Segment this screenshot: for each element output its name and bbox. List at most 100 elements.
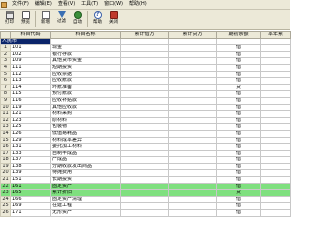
debit-cell[interactable]	[120, 189, 169, 197]
add-button[interactable]: 新增	[38, 10, 53, 28]
ytd-cell[interactable]	[260, 169, 291, 178]
header-opening-balance[interactable]: 期初余额	[216, 31, 261, 39]
credit-cell[interactable]	[168, 136, 217, 145]
account-code-cell[interactable]: 109	[10, 57, 51, 65]
balance-direction-cell[interactable]: 贷	[216, 189, 261, 197]
account-name-cell[interactable]: 长期投资	[50, 176, 121, 184]
ytd-cell[interactable]	[260, 96, 291, 105]
account-code-cell[interactable]: 169	[10, 202, 51, 211]
currency-filter-cell[interactable]: 人民币	[0, 37, 51, 46]
debit-cell[interactable]	[120, 103, 169, 112]
ytd-cell[interactable]	[260, 176, 291, 184]
balance-direction-cell[interactable]: 借	[216, 176, 261, 184]
debit-cell[interactable]	[120, 123, 169, 131]
account-code-cell[interactable]: 121	[10, 110, 51, 118]
account-code-cell[interactable]: 171	[10, 209, 51, 217]
balance-direction-cell[interactable]: 借	[216, 57, 261, 65]
debit-cell[interactable]	[120, 83, 169, 92]
table-row[interactable]: 12 123 原材料 借	[0, 116, 291, 125]
balance-direction-cell[interactable]: 借	[216, 77, 261, 85]
credit-cell[interactable]	[168, 44, 217, 52]
table-row[interactable]: 17 133 自制半成品 借	[0, 149, 291, 158]
account-code-cell[interactable]: 119	[10, 103, 51, 112]
table-row[interactable]: 4 111 短期投资 借	[0, 63, 291, 72]
filter-cell[interactable]	[50, 37, 121, 46]
print-button[interactable]: 打印	[2, 10, 17, 28]
table-row[interactable]: 16 131 委托加工材料 借	[0, 143, 291, 151]
account-code-cell[interactable]: 123	[10, 116, 51, 125]
ytd-cell[interactable]	[260, 90, 291, 98]
debit-cell[interactable]	[120, 96, 169, 105]
account-code-cell[interactable]: 133	[10, 149, 51, 158]
table-row[interactable]: 6 113 应收账款 借	[0, 77, 291, 85]
account-code-cell[interactable]: 126	[10, 129, 51, 138]
balance-direction-cell[interactable]: 借	[216, 90, 261, 98]
credit-cell[interactable]	[168, 169, 217, 178]
table-row[interactable]: 22 161 固定资产 借	[0, 182, 291, 191]
debit-cell[interactable]	[120, 202, 169, 211]
filter-cell[interactable]	[120, 37, 169, 46]
account-name-cell[interactable]: 委托加工材料	[50, 143, 121, 151]
table-row[interactable]: 20 139 待摊费用 借	[0, 169, 291, 178]
table-row[interactable]: 2 102 银行存款 借	[0, 50, 291, 59]
debit-cell[interactable]	[120, 77, 169, 85]
account-code-cell[interactable]: 137	[10, 156, 51, 164]
table-row[interactable]: 23 165 累计折旧 贷	[0, 189, 291, 197]
ytd-cell[interactable]	[260, 195, 291, 204]
ytd-cell[interactable]	[260, 136, 291, 145]
balance-direction-cell[interactable]: 借	[216, 156, 261, 164]
menu-tools[interactable]: 工具(T)	[78, 0, 101, 9]
credit-cell[interactable]	[168, 77, 217, 85]
credit-cell[interactable]	[168, 129, 217, 138]
account-code-cell[interactable]: 101	[10, 44, 51, 52]
account-name-cell[interactable]: 待摊费用	[50, 169, 121, 178]
balance-direction-cell[interactable]: 借	[216, 129, 261, 138]
balance-direction-cell[interactable]: 借	[216, 169, 261, 178]
account-name-cell[interactable]: 原材料	[50, 116, 121, 125]
account-name-cell[interactable]: 固定资产	[50, 182, 121, 191]
app-icon[interactable]	[1, 1, 7, 8]
table-row[interactable]: 3 109 其他货币资金 借	[0, 57, 291, 65]
balance-direction-cell[interactable]: 借	[216, 182, 261, 191]
close-button[interactable]: 关闭	[106, 10, 121, 28]
menu-file[interactable]: 文件(F)	[9, 0, 32, 9]
debit-cell[interactable]	[120, 57, 169, 65]
header-credit[interactable]: 累计贷方	[168, 31, 217, 39]
table-row[interactable]: 18 137 产成品 借	[0, 156, 291, 164]
account-name-cell[interactable]: 预付账款	[50, 90, 121, 98]
ytd-cell[interactable]	[260, 44, 291, 52]
account-code-cell[interactable]: 139	[10, 169, 51, 178]
credit-cell[interactable]	[168, 90, 217, 98]
account-code-cell[interactable]: 151	[10, 176, 51, 184]
credit-cell[interactable]	[168, 83, 217, 92]
table-row[interactable]: 5 112 应收票据 借	[0, 70, 291, 79]
ytd-cell[interactable]	[260, 149, 291, 158]
account-name-cell[interactable]: 应收补贴款	[50, 96, 121, 105]
account-code-cell[interactable]: 129	[10, 136, 51, 145]
balance-direction-cell[interactable]: 借	[216, 149, 261, 158]
debit-cell[interactable]	[120, 156, 169, 164]
ytd-cell[interactable]	[260, 63, 291, 72]
account-name-cell[interactable]: 银行存款	[50, 50, 121, 59]
credit-cell[interactable]	[168, 96, 217, 105]
filter-cell[interactable]	[260, 37, 291, 46]
account-code-cell[interactable]: 102	[10, 50, 51, 59]
ytd-cell[interactable]	[260, 189, 291, 197]
account-code-cell[interactable]: 114	[10, 83, 51, 92]
debit-cell[interactable]	[120, 136, 169, 145]
ytd-cell[interactable]	[260, 143, 291, 151]
credit-cell[interactable]	[168, 70, 217, 79]
filter-cell[interactable]	[168, 37, 217, 46]
credit-cell[interactable]	[168, 57, 217, 65]
account-name-cell[interactable]: 应收账款	[50, 77, 121, 85]
ytd-cell[interactable]	[260, 103, 291, 112]
balance-direction-cell[interactable]: 借	[216, 103, 261, 112]
debit-cell[interactable]	[120, 195, 169, 204]
ytd-cell[interactable]	[260, 50, 291, 59]
account-code-cell[interactable]: 115	[10, 90, 51, 98]
credit-cell[interactable]	[168, 202, 217, 211]
account-name-cell[interactable]: 自制半成品	[50, 149, 121, 158]
account-name-cell[interactable]: 应收票据	[50, 70, 121, 79]
table-row[interactable]: 8 115 预付账款 借	[0, 90, 291, 98]
account-name-cell[interactable]: 包装物	[50, 123, 121, 131]
